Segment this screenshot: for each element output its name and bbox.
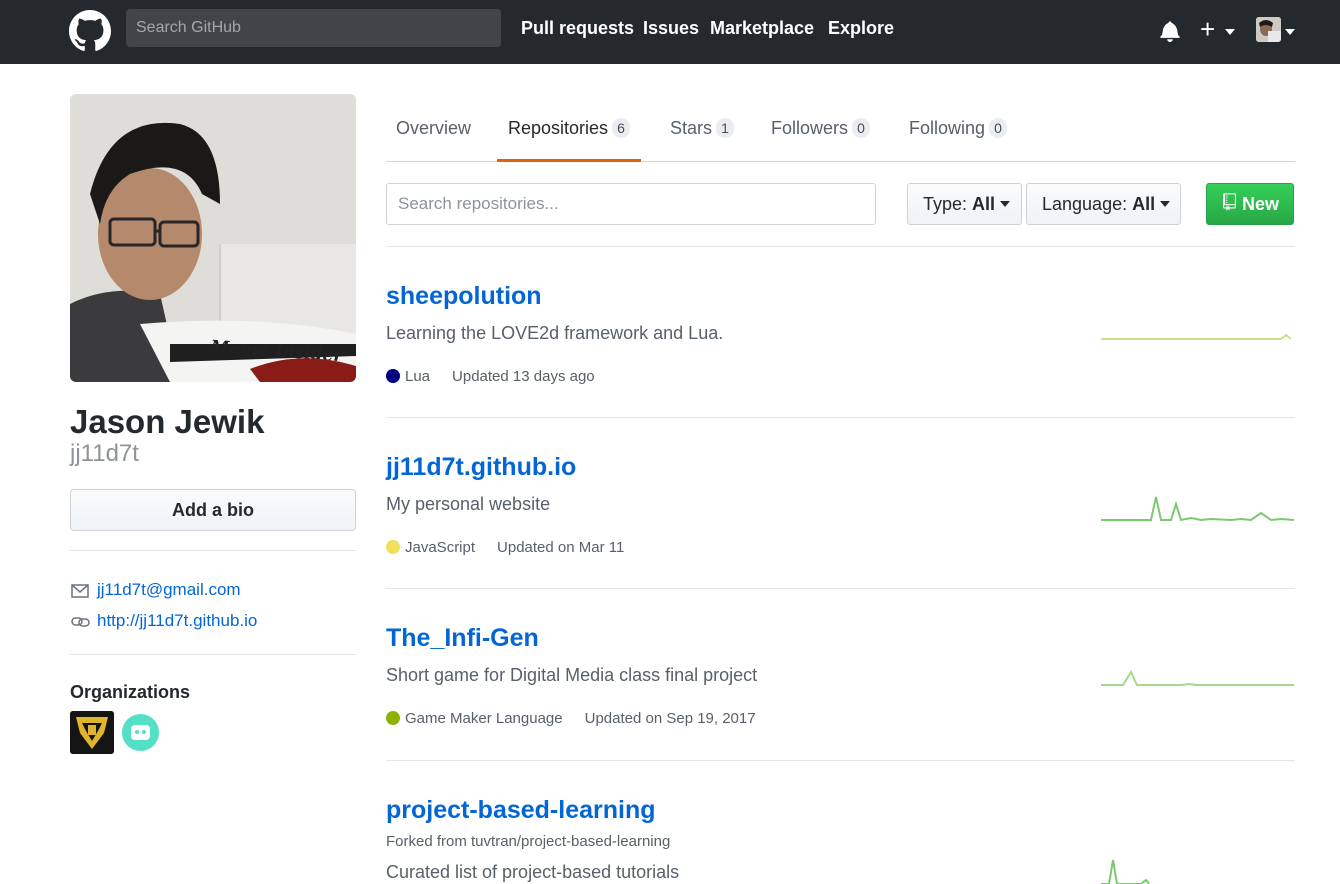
language-color-dot	[386, 369, 400, 383]
activity-sparkline	[1101, 333, 1292, 340]
profile-photo: Meme Insider	[70, 94, 356, 382]
profile-full-name: Jason Jewik	[70, 403, 265, 440]
divider	[386, 417, 1295, 418]
repo-name-link[interactable]: project-based-learning	[386, 796, 656, 825]
top-navbar: Search GitHub Pull requests Issues Marke…	[0, 0, 1340, 64]
language-filter-select[interactable]: Language: All	[1026, 183, 1181, 225]
divider	[70, 550, 356, 551]
activity-sparkline	[1101, 669, 1294, 686]
divider	[70, 654, 356, 655]
followers-count: 0	[852, 118, 871, 138]
type-filter-select[interactable]: Type: All	[907, 183, 1022, 225]
repo-book-icon	[1223, 193, 1236, 211]
repo-description: Learning the LOVE2d framework and Lua.	[386, 323, 724, 343]
repo-updated: Updated on Sep 19, 2017	[584, 710, 756, 727]
chevron-down-icon	[1160, 201, 1171, 207]
organization-avatar[interactable]	[122, 714, 159, 751]
user-menu-chevron-down-icon[interactable]	[1285, 29, 1295, 35]
repositories-count: 6	[612, 118, 631, 138]
repo-list-item: The_Infi-Gen Short game for Digital Medi…	[386, 624, 1295, 744]
repo-language: Game Maker Language	[405, 710, 563, 727]
active-tab-indicator	[497, 159, 641, 162]
activity-sparkline	[1101, 859, 1150, 884]
repo-description: Curated list of project-based tutorials	[386, 862, 680, 882]
user-avatar[interactable]	[1256, 17, 1281, 42]
repo-name-link[interactable]: jj11d7t.github.io	[386, 453, 576, 482]
nav-issues[interactable]: Issues	[643, 18, 699, 39]
tab-following[interactable]: Following 0	[909, 118, 1008, 139]
create-new-plus-icon[interactable]: +	[1200, 15, 1215, 43]
repo-name-link[interactable]: sheepolution	[386, 282, 542, 311]
repo-updated: Updated on Mar 11	[497, 539, 625, 556]
email-link[interactable]: jj11d7t@gmail.com	[97, 580, 241, 600]
repository-search-input[interactable]: Search repositories...	[386, 183, 876, 225]
repo-meta: Game Maker Language Updated on Sep 19, 20…	[386, 710, 756, 727]
tab-overview[interactable]: Overview	[396, 118, 471, 139]
divider	[386, 246, 1295, 247]
language-color-dot	[386, 540, 400, 554]
profile-username: jj11d7t	[70, 440, 139, 467]
divider	[386, 760, 1295, 761]
language-color-dot	[386, 711, 400, 725]
tab-stars[interactable]: Stars 1	[670, 118, 735, 139]
repo-language: JavaScript	[405, 539, 476, 556]
website-link[interactable]: http://jj11d7t.github.io	[97, 611, 257, 631]
tab-followers[interactable]: Followers 0	[771, 118, 871, 139]
global-search-input[interactable]: Search GitHub	[126, 9, 501, 47]
repo-list-item: project-based-learning Forked from tuvtr…	[386, 796, 1295, 884]
nav-marketplace[interactable]: Marketplace	[710, 18, 814, 39]
forked-from-text[interactable]: Forked from tuvtran/project-based-learni…	[386, 833, 670, 850]
organization-avatar[interactable]	[70, 711, 114, 754]
repo-meta: JavaScript Updated on Mar 11	[386, 539, 624, 556]
github-logo-icon[interactable]	[69, 10, 111, 52]
chevron-down-icon	[1000, 201, 1011, 207]
organizations-heading: Organizations	[70, 682, 191, 702]
tab-repositories[interactable]: Repositories 6	[508, 118, 631, 139]
repo-description: Short game for Digital Media class final…	[386, 665, 758, 685]
repo-language: Lua	[405, 368, 431, 385]
repo-list-item: sheepolution Learning the LOVE2d framewo…	[386, 282, 1295, 402]
repo-name-link[interactable]: The_Infi-Gen	[386, 624, 539, 653]
stars-count: 1	[716, 118, 735, 138]
divider	[386, 588, 1295, 589]
add-bio-button[interactable]: Add a bio	[70, 489, 356, 531]
repo-list-item: jj11d7t.github.io My personal website Ja…	[386, 453, 1295, 573]
repo-meta: Lua Updated 13 days ago	[386, 368, 595, 385]
link-icon	[71, 617, 90, 627]
create-chevron-down-icon[interactable]	[1225, 29, 1235, 35]
notifications-bell-icon[interactable]	[1160, 20, 1180, 42]
following-count: 0	[989, 118, 1008, 138]
new-repository-button[interactable]: New	[1206, 183, 1294, 225]
activity-sparkline	[1101, 496, 1294, 522]
repo-updated: Updated 13 days ago	[452, 368, 595, 385]
repo-description: My personal website	[386, 494, 551, 514]
mail-icon	[71, 584, 89, 598]
nav-pull-requests[interactable]: Pull requests	[521, 18, 634, 39]
nav-explore[interactable]: Explore	[828, 18, 894, 39]
